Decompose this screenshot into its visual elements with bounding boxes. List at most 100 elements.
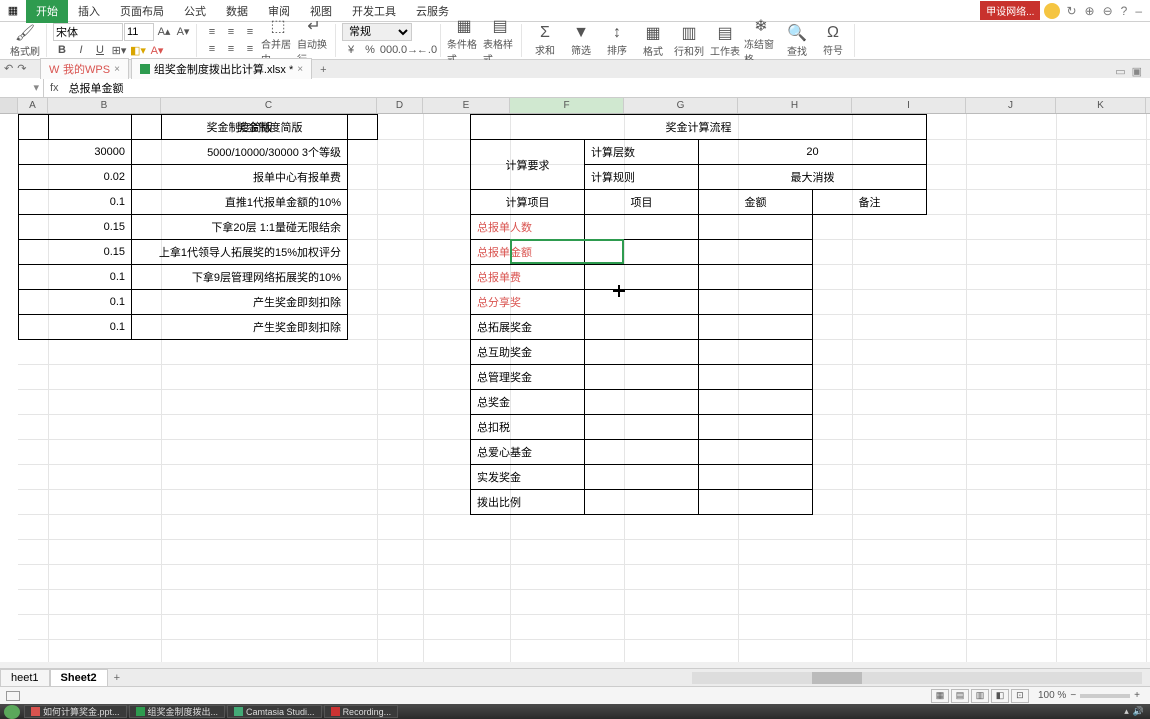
col-header-E[interactable]: E xyxy=(423,98,510,113)
account-badge[interactable]: 甲设网络... xyxy=(980,1,1040,20)
worksheet-button[interactable]: ▤工作表 xyxy=(708,24,742,58)
tab-right-icon-2[interactable]: ▣ xyxy=(1132,65,1142,78)
left-row-b-6[interactable]: 0.1 xyxy=(19,290,132,315)
menu-page-layout[interactable]: 页面布局 xyxy=(110,0,174,23)
view-break-icon[interactable]: ▥ xyxy=(971,689,989,703)
filter-button[interactable]: ▼筛选 xyxy=(564,24,598,58)
left-row-b-3[interactable]: 0.15 xyxy=(19,215,132,240)
decrease-decimal-icon[interactable]: ←.0 xyxy=(418,42,436,58)
table-style-button[interactable]: ▤表格样式 xyxy=(483,24,517,58)
right-amount-9[interactable] xyxy=(585,440,699,465)
col-header-G[interactable]: G xyxy=(624,98,738,113)
grid-area[interactable]: 奖金制度简版 奖金制度简版 300005000/10000/30000 3个等级… xyxy=(0,114,1150,662)
view-page-icon[interactable]: ▤ xyxy=(951,689,969,703)
percent-icon[interactable]: % xyxy=(361,42,379,58)
right-remark-4[interactable] xyxy=(699,315,813,340)
left-row-c-2[interactable]: 直推1代报单金额的10% xyxy=(132,190,348,215)
row-col-button[interactable]: ▥行和列 xyxy=(672,24,706,58)
left-row-b-2[interactable]: 0.1 xyxy=(19,190,132,215)
menu-dev-tools[interactable]: 开发工具 xyxy=(342,0,406,23)
currency-icon[interactable]: ¥ xyxy=(342,42,360,58)
refresh-icon[interactable]: ↻ xyxy=(1064,4,1078,18)
increase-font-icon[interactable]: A▴ xyxy=(155,23,173,39)
menu-cloud[interactable]: 云服务 xyxy=(406,0,459,23)
name-box[interactable]: ▾ xyxy=(0,78,44,97)
right-amount-4[interactable] xyxy=(585,315,699,340)
menu-formula[interactable]: 公式 xyxy=(174,0,216,23)
underline-button[interactable]: U xyxy=(91,42,109,58)
left-row-c-4[interactable]: 上拿1代领导人拓展奖的15%加权评分 xyxy=(132,240,348,265)
fx-label[interactable]: fx xyxy=(44,82,65,94)
conditional-format-button[interactable]: ▦条件格式 xyxy=(447,24,481,58)
sum-button[interactable]: Σ求和 xyxy=(528,24,562,58)
right-amount-8[interactable] xyxy=(585,415,699,440)
minimize-icon[interactable]: – xyxy=(1133,4,1144,18)
comma-icon[interactable]: 000 xyxy=(380,42,398,58)
menu-start[interactable]: 开始 xyxy=(26,0,68,23)
sort-button[interactable]: ↕排序 xyxy=(600,24,634,58)
format-painter-button[interactable]: 🖌 格式刷 xyxy=(8,24,42,58)
col-header-K[interactable]: K xyxy=(1056,98,1146,113)
right-amount-11[interactable] xyxy=(585,490,699,515)
right-item-6[interactable]: 总管理奖金 xyxy=(471,365,585,390)
right-remark-10[interactable] xyxy=(699,465,813,490)
help-icon[interactable]: ? xyxy=(1119,4,1130,18)
close-tab-icon[interactable]: × xyxy=(114,64,120,75)
menu-insert[interactable]: 插入 xyxy=(68,0,110,23)
sheet-tab-1[interactable]: heet1 xyxy=(0,669,50,687)
zoom-level[interactable]: 100 % xyxy=(1038,690,1066,701)
menu-view[interactable]: 视图 xyxy=(300,0,342,23)
left-row-c-6[interactable]: 产生奖金即刻扣除 xyxy=(132,290,348,315)
right-remark-1[interactable] xyxy=(699,240,813,265)
right-amount-0[interactable] xyxy=(585,215,699,240)
view-full-icon[interactable]: ⊡ xyxy=(1011,689,1029,703)
task-xlsx[interactable]: 组奖金制度拨出... xyxy=(129,705,226,718)
decrease-font-icon[interactable]: A▾ xyxy=(174,23,192,39)
right-remark-2[interactable] xyxy=(699,265,813,290)
right-remark-5[interactable] xyxy=(699,340,813,365)
left-row-b-7[interactable]: 0.1 xyxy=(19,315,132,340)
right-amount-6[interactable] xyxy=(585,365,699,390)
left-row-c-5[interactable]: 下拿9层管理网络拓展奖的10% xyxy=(132,265,348,290)
view-normal-icon[interactable]: ▦ xyxy=(931,689,949,703)
wrap-text-button[interactable]: ↵ 自动换行 xyxy=(297,24,331,58)
right-item-1[interactable]: 总报单金额 xyxy=(471,240,585,265)
right-amount-3[interactable] xyxy=(585,290,699,315)
symbol-button[interactable]: Ω符号 xyxy=(816,24,850,58)
col-header-A[interactable]: A xyxy=(18,98,48,113)
left-row-c-1[interactable]: 报单中心有报单费 xyxy=(132,165,348,190)
bold-button[interactable]: B xyxy=(53,42,71,58)
font-name-select[interactable] xyxy=(53,23,123,41)
align-top-icon[interactable]: ≡ xyxy=(203,24,221,40)
close-file-tab-icon[interactable]: × xyxy=(297,64,303,75)
minus-icon[interactable]: ⊖ xyxy=(1101,4,1115,18)
select-all-corner[interactable] xyxy=(0,98,18,113)
find-button[interactable]: 🔍查找 xyxy=(780,24,814,58)
border-button[interactable]: ⊞▾ xyxy=(110,42,128,58)
right-remark-7[interactable] xyxy=(699,390,813,415)
col-header-H[interactable]: H xyxy=(738,98,852,113)
freeze-button[interactable]: ❄冻结窗格 xyxy=(744,24,778,58)
right-amount-10[interactable] xyxy=(585,465,699,490)
start-button[interactable] xyxy=(4,705,20,719)
file-tab[interactable]: 组奖金制度拨出比计算.xlsx * × xyxy=(131,58,312,79)
fill-color-button[interactable]: ◧▾ xyxy=(129,42,147,58)
tray-speaker-icon[interactable]: 🔊 xyxy=(1133,706,1144,717)
right-remark-0[interactable] xyxy=(699,215,813,240)
col-header-F[interactable]: F xyxy=(510,98,624,113)
italic-button[interactable]: I xyxy=(72,42,90,58)
horizontal-scrollbar[interactable] xyxy=(692,672,1142,684)
tray-up-icon[interactable]: ▴ xyxy=(1124,706,1129,717)
zoom-out-icon[interactable]: − xyxy=(1070,690,1076,701)
col-header-I[interactable]: I xyxy=(852,98,966,113)
right-item-4[interactable]: 总拓展奖金 xyxy=(471,315,585,340)
font-color-button[interactable]: A▾ xyxy=(148,42,166,58)
right-remark-9[interactable] xyxy=(699,440,813,465)
record-macro-icon[interactable] xyxy=(6,691,20,701)
right-amount-2[interactable] xyxy=(585,265,699,290)
right-item-9[interactable]: 总爱心基金 xyxy=(471,440,585,465)
plus-icon[interactable]: ⊕ xyxy=(1083,4,1097,18)
right-item-8[interactable]: 总扣税 xyxy=(471,415,585,440)
left-row-c-0[interactable]: 5000/10000/30000 3个等级 xyxy=(132,140,348,165)
font-size-select[interactable] xyxy=(124,23,154,41)
